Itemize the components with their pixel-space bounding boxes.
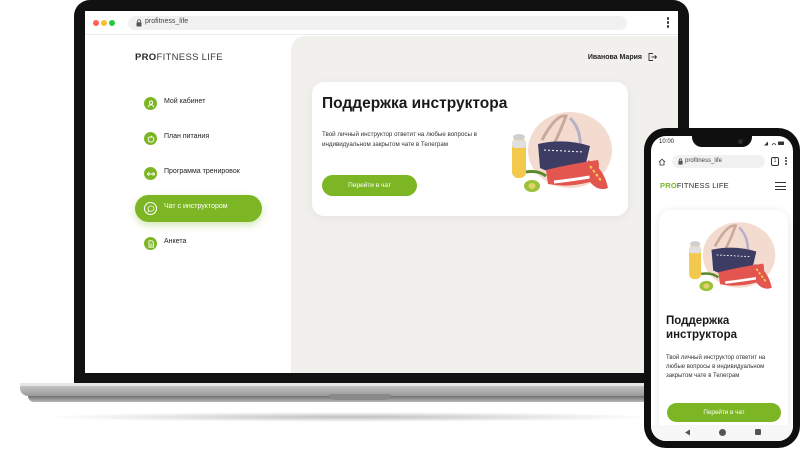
browser-toolbar: profitness_life: [85, 11, 678, 35]
nav-label: Мой кабинет: [164, 98, 206, 105]
laptop-notch: [329, 394, 391, 400]
nav-item-workouts[interactable]: Программа тренировок: [135, 160, 262, 187]
card-title: Поддержка инструктора: [322, 95, 508, 112]
logo-rest: FITNESS LIFE: [156, 52, 223, 63]
nav-label: Анкета: [164, 238, 187, 245]
status-time: 10:00: [659, 139, 675, 145]
logout-icon[interactable]: [647, 52, 657, 62]
address-text: profitness_life: [145, 18, 189, 25]
chat-icon: [144, 202, 157, 215]
mobile-site-logo[interactable]: PROFITNESS LIFE: [660, 181, 729, 190]
home-button-icon[interactable]: [719, 429, 726, 436]
site-logo[interactable]: PROFITNESS LIFE: [135, 52, 223, 63]
phone-screen: 10:00 profitness_life 1 PROFITNESS LIFE: [651, 136, 793, 441]
logo-bold: PRO: [660, 181, 677, 190]
fitness-gear-illustration: [689, 222, 776, 292]
lock-icon: [136, 19, 142, 27]
instructor-support-card: Поддержка инструктора Твой личный инстру…: [312, 82, 628, 216]
dumbbell-icon: [144, 167, 157, 180]
nav-label: План питания: [164, 133, 210, 140]
apple-icon: [144, 132, 157, 145]
mobile-browser-menu-icon[interactable]: [784, 157, 788, 167]
mobile-address-bar[interactable]: profitness_life: [672, 155, 765, 168]
lock-icon: [678, 158, 683, 165]
user-menu[interactable]: Иванова Мария: [588, 52, 657, 62]
back-icon[interactable]: [684, 429, 691, 436]
card-description: Твой личный инструктор ответит на любые …: [322, 131, 477, 148]
laptop-screen: profitness_life PROFITNESS LIFE Мой каби…: [85, 11, 678, 373]
logo-rest: FITNESS LIFE: [676, 181, 729, 190]
home-icon[interactable]: [658, 158, 666, 166]
mobile-address-text: profitness_life: [685, 158, 723, 164]
window-minimize-dot[interactable]: [101, 20, 107, 26]
mobile-card-description: Твой личный инструктор ответит на любые …: [666, 355, 766, 379]
user-name: Иванова Мария: [587, 53, 642, 61]
nav-item-questionnaire[interactable]: Анкета: [135, 230, 262, 257]
fitness-gear-illustration: [512, 112, 612, 192]
nav-item-chat[interactable]: Чат с инструктором: [135, 195, 262, 222]
tabs-count-icon[interactable]: 1: [771, 157, 779, 166]
nav-label: Чат с инструктором: [164, 203, 228, 210]
nav-item-nutrition[interactable]: План питания: [135, 125, 262, 152]
window-close-dot[interactable]: [93, 20, 99, 26]
laptop-base-edge: [20, 383, 700, 386]
nav-label: Программа тренировок: [164, 168, 240, 175]
document-icon: [144, 237, 157, 250]
mobile-card-title: Поддержка инструктора: [666, 315, 737, 341]
mobile-address-row: profitness_life 1: [656, 155, 788, 169]
laptop-shadow: [40, 412, 660, 422]
browser-menu-icon[interactable]: [665, 16, 671, 30]
hamburger-menu-icon[interactable]: [775, 182, 786, 193]
phone-frame: 10:00 profitness_life 1 PROFITNESS LIFE: [644, 128, 800, 448]
main-panel: Иванова Мария Поддержка инструктора Твой…: [291, 36, 678, 373]
recent-apps-icon[interactable]: [755, 429, 761, 435]
camera-icon: [738, 139, 743, 144]
sidebar-nav: Мой кабинет План питания Программа трени…: [135, 90, 262, 265]
phone-notch: [692, 136, 752, 147]
nav-item-cabinet[interactable]: Мой кабинет: [135, 90, 262, 117]
window-maximize-dot[interactable]: [109, 20, 115, 26]
mobile-instructor-support-card: Поддержка инструктора Твой личный инстру…: [659, 210, 788, 441]
logo-bold: PRO: [135, 52, 157, 63]
go-to-chat-button[interactable]: Перейти в чат: [322, 175, 417, 196]
address-bar[interactable]: profitness_life: [128, 16, 627, 30]
user-icon: [144, 97, 157, 110]
android-nav-bar: [651, 425, 793, 441]
mobile-go-to-chat-button[interactable]: Перейти в чат: [667, 403, 781, 422]
status-icons: [764, 141, 784, 146]
